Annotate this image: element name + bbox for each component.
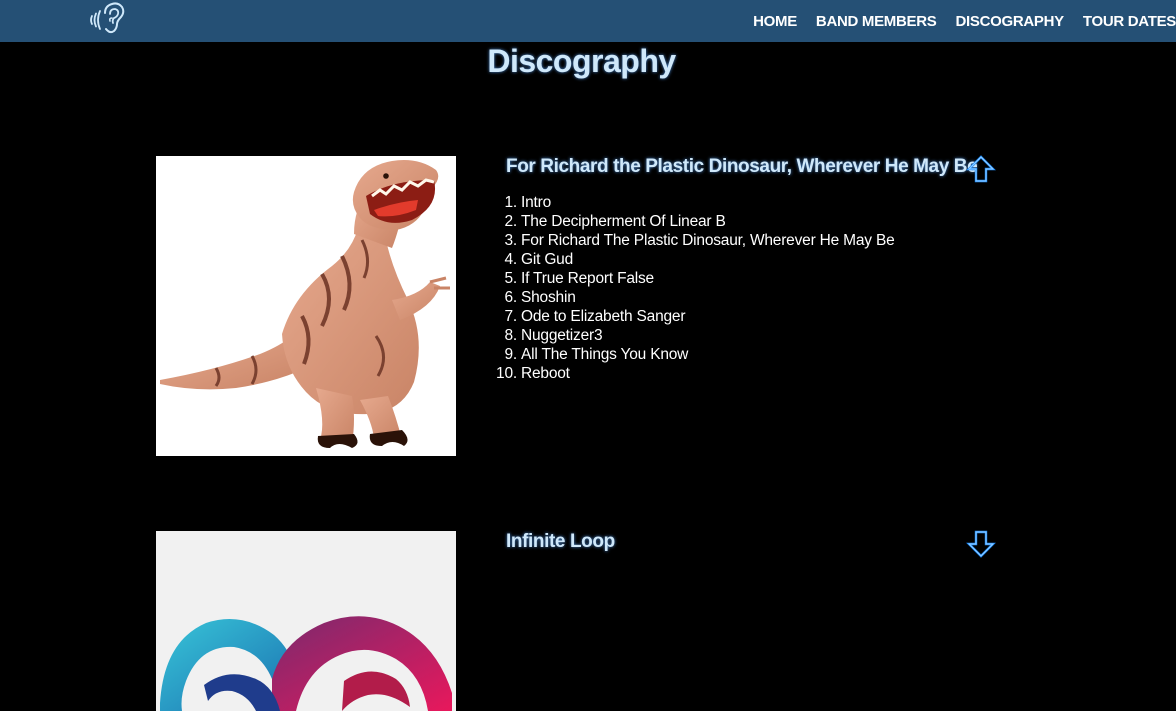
track-number: 8.	[504, 327, 517, 344]
dinosaur-image	[160, 160, 450, 448]
track-number: 4.	[504, 251, 517, 268]
track-number: 7.	[504, 308, 517, 325]
track-name: For Richard The Plastic Dinosaur, Wherev…	[521, 232, 895, 249]
track-name: If True Report False	[521, 270, 654, 287]
album-title: Infinite Loop	[506, 531, 615, 552]
album-title: For Richard the Plastic Dinosaur, Wherev…	[506, 156, 978, 177]
list-item: 5. If True Report False	[490, 269, 895, 288]
ear-sound-icon[interactable]	[88, 1, 130, 39]
track-number: 3.	[504, 232, 517, 249]
album-cover-infinite-loop	[156, 531, 456, 711]
list-item: 2. The Decipherment Of Linear B	[490, 212, 895, 231]
track-name: All The Things You Know	[521, 346, 689, 363]
arrow-up-icon[interactable]	[966, 154, 996, 184]
track-name: Intro	[521, 194, 552, 211]
nav-home[interactable]: HOME	[753, 13, 797, 30]
track-name: Reboot	[521, 365, 570, 382]
list-item: 1. Intro	[490, 193, 895, 212]
track-name: Ode to Elizabeth Sanger	[521, 308, 686, 325]
track-name: Shoshin	[521, 289, 576, 306]
track-number: 9.	[504, 346, 517, 363]
track-name: Nuggetizer3	[521, 327, 603, 344]
list-item: 9. All The Things You Know	[490, 345, 895, 364]
track-number: 1.	[504, 194, 517, 211]
list-item: 4. Git Gud	[490, 250, 895, 269]
list-item: 3. For Richard The Plastic Dinosaur, Wher…	[490, 231, 895, 250]
nav-links: HOME BAND MEMBERS DISCOGRAPHY TOUR DATES	[753, 0, 1176, 42]
list-item: 10. Reboot	[490, 364, 895, 383]
track-name: Git Gud	[521, 251, 574, 268]
track-number: 5.	[504, 270, 517, 287]
nav-band-members[interactable]: BAND MEMBERS	[816, 13, 937, 30]
list-item: 7. Ode to Elizabeth Sanger	[490, 307, 895, 326]
list-item: 8. Nuggetizer3	[490, 326, 895, 345]
navbar: HOME BAND MEMBERS DISCOGRAPHY TOUR DATES	[0, 0, 1176, 42]
track-number: 6.	[504, 289, 517, 306]
track-list: 1. Intro 2. The Decipherment Of Linear B 3…	[490, 193, 895, 383]
album-cover-dinosaur	[156, 156, 456, 456]
track-number: 10.	[496, 365, 517, 382]
list-item: 6. Shoshin	[490, 288, 895, 307]
nav-tour-dates[interactable]: TOUR DATES	[1083, 13, 1176, 30]
arrow-down-icon[interactable]	[966, 529, 996, 559]
page-title: Discography	[487, 43, 676, 79]
track-number: 2.	[504, 213, 517, 230]
track-name: The Decipherment Of Linear B	[521, 213, 726, 230]
nav-discography[interactable]: DISCOGRAPHY	[955, 13, 1064, 30]
infinity-logo-image	[160, 616, 452, 711]
